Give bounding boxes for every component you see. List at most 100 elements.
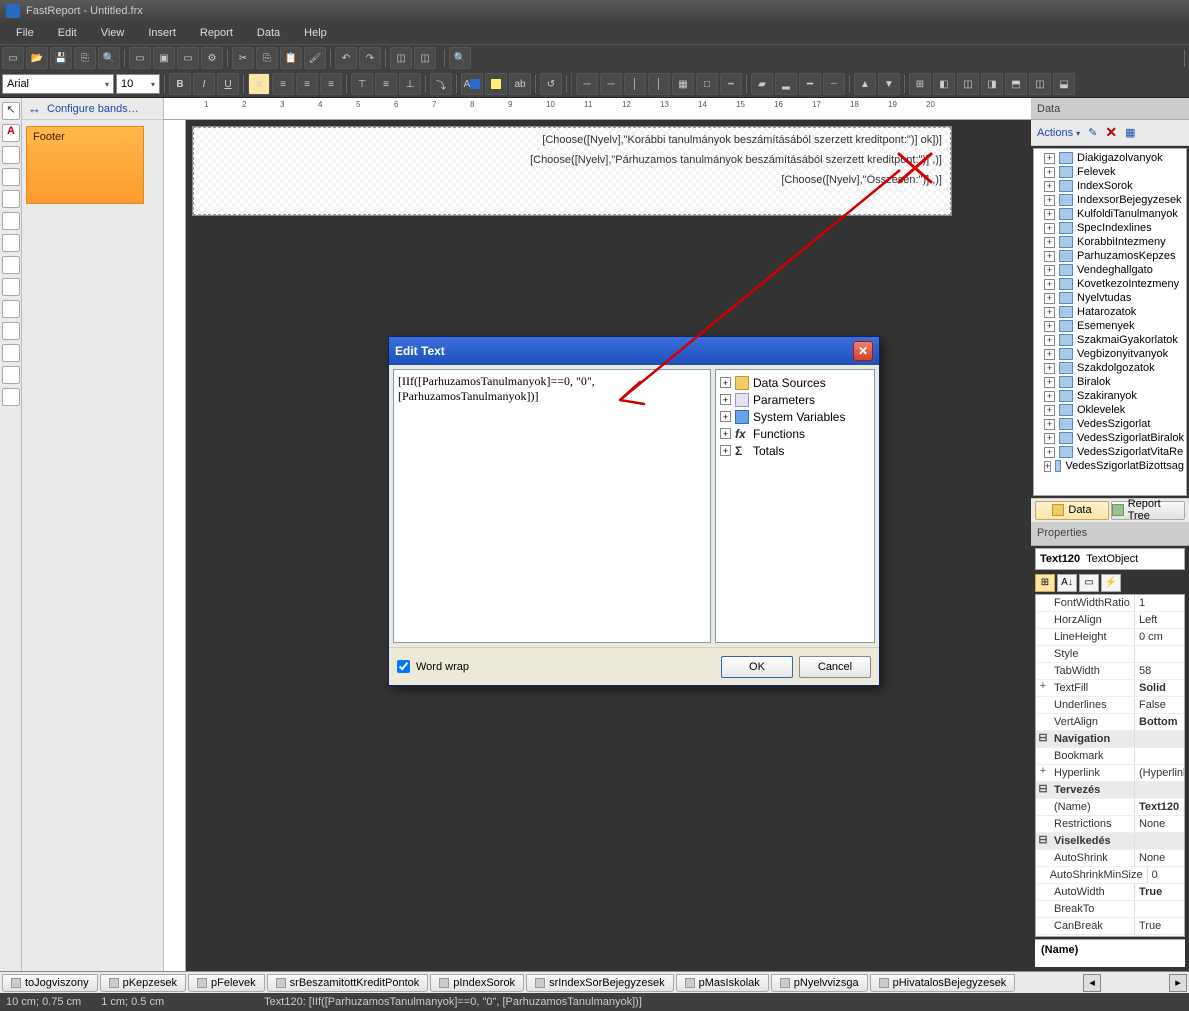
prop-categorized-button[interactable]: ⊞ bbox=[1035, 574, 1055, 592]
align-center2-button[interactable]: ◫ bbox=[957, 73, 979, 95]
align-middle2-button[interactable]: ◫ bbox=[1029, 73, 1051, 95]
prop-row[interactable]: CanBreakTrue bbox=[1036, 918, 1184, 935]
prop-row[interactable]: RestrictionsNone bbox=[1036, 816, 1184, 833]
data-source-item[interactable]: +Felevek bbox=[1034, 165, 1186, 179]
data-source-item[interactable]: +Diakigazolvanyok bbox=[1034, 151, 1186, 165]
preview-button[interactable]: 🔍 bbox=[98, 47, 120, 69]
prop-alpha-button[interactable]: A↓ bbox=[1057, 574, 1077, 592]
border-all-button[interactable]: ▦ bbox=[672, 73, 694, 95]
font-size-select[interactable]: 10▾ bbox=[116, 74, 160, 94]
prop-row[interactable]: AutoWidthTrue bbox=[1036, 884, 1184, 901]
tool-barcode[interactable] bbox=[2, 256, 20, 274]
page-dialog-button[interactable]: ▣ bbox=[153, 47, 175, 69]
properties-grid[interactable]: FontWidthRatio1HorzAlignLeftLineHeight0 … bbox=[1035, 594, 1185, 938]
data-source-item[interactable]: +IndexSorok bbox=[1034, 179, 1186, 193]
highlight-button[interactable] bbox=[485, 73, 507, 95]
bring-front-button[interactable]: ▲ bbox=[854, 73, 876, 95]
page-tab[interactable]: pHivatalosBejegyzesek bbox=[870, 974, 1016, 992]
font-color-button[interactable]: A bbox=[461, 73, 483, 95]
page-add-button[interactable]: ▭ bbox=[129, 47, 151, 69]
align-right-button[interactable]: ≡ bbox=[296, 73, 318, 95]
italic-button[interactable]: I bbox=[193, 73, 215, 95]
open-button[interactable]: 📂 bbox=[26, 47, 48, 69]
tool-shape[interactable] bbox=[2, 344, 20, 362]
tab-report-tree[interactable]: Report Tree bbox=[1111, 501, 1185, 520]
prop-row[interactable]: UnderlinesFalse bbox=[1036, 697, 1184, 714]
valign-bottom-button[interactable]: ⊥ bbox=[399, 73, 421, 95]
menu-help[interactable]: Help bbox=[292, 24, 339, 42]
prop-row[interactable]: HorzAlignLeft bbox=[1036, 612, 1184, 629]
prop-row[interactable]: TabWidth58 bbox=[1036, 663, 1184, 680]
save-button[interactable]: 💾 bbox=[50, 47, 72, 69]
menu-file[interactable]: File bbox=[4, 24, 46, 42]
format-painter-button[interactable]: 🖌 bbox=[304, 47, 326, 69]
data-source-item[interactable]: +Oklevelek bbox=[1034, 403, 1186, 417]
data-source-item[interactable]: +Vendeghallgato bbox=[1034, 263, 1186, 277]
tool-line[interactable] bbox=[2, 322, 20, 340]
dialog-data-tree[interactable]: +Data Sources +Parameters +System Variab… bbox=[715, 369, 875, 643]
text-object-row1[interactable]: [Choose([Nyelv],"Korábbi tanulmányok bes… bbox=[202, 134, 942, 154]
data-source-item[interactable]: +Biralok bbox=[1034, 375, 1186, 389]
page-tab[interactable]: pFelevek bbox=[188, 974, 265, 992]
line-color-button[interactable]: ▂ bbox=[775, 73, 797, 95]
data-source-item[interactable]: +SzakmaiGyakorlatok bbox=[1034, 333, 1186, 347]
border-style-button[interactable]: ┅ bbox=[720, 73, 742, 95]
border-none-button[interactable]: □ bbox=[696, 73, 718, 95]
send-back-button[interactable]: ▼ bbox=[878, 73, 900, 95]
dialog-close-button[interactable]: ✕ bbox=[853, 341, 873, 361]
prop-row[interactable]: Style bbox=[1036, 646, 1184, 663]
border-top-button[interactable]: ─ bbox=[576, 73, 598, 95]
data-source-item[interactable]: +KulfoldiTanulmanyok bbox=[1034, 207, 1186, 221]
data-source-item[interactable]: +IndexsorBejegyzesek bbox=[1034, 193, 1186, 207]
properties-object-selector[interactable]: Text120 TextObject bbox=[1035, 548, 1185, 570]
paste-button[interactable]: 📋 bbox=[280, 47, 302, 69]
menu-insert[interactable]: Insert bbox=[136, 24, 188, 42]
data-source-item[interactable]: +VedesSzigorlatVitaRe bbox=[1034, 445, 1186, 459]
align-bottom2-button[interactable]: ⬓ bbox=[1053, 73, 1075, 95]
page-tab[interactable]: pNyelvvizsga bbox=[771, 974, 868, 992]
word-wrap-checkbox[interactable]: Word wrap bbox=[397, 660, 469, 673]
align-center-button[interactable]: ≡ bbox=[272, 73, 294, 95]
angle-button[interactable]: ↺ bbox=[540, 73, 562, 95]
data-tree[interactable]: +Diakigazolvanyok+Felevek+IndexSorok+Ind… bbox=[1033, 148, 1187, 496]
data-source-item[interactable]: +KorabbiIntezmeny bbox=[1034, 235, 1186, 249]
prop-row[interactable]: AutoShrinkNone bbox=[1036, 850, 1184, 867]
data-source-item[interactable]: +Vegbizonyitvanyok bbox=[1034, 347, 1186, 361]
dialog-titlebar[interactable]: Edit Text ✕ bbox=[389, 337, 879, 365]
border-left-button[interactable]: │ bbox=[624, 73, 646, 95]
text-object-row3[interactable]: [Choose([Nyelv],"Összesen:")] ,)] bbox=[202, 174, 942, 194]
redo-button[interactable]: ↷ bbox=[359, 47, 381, 69]
tool-picture[interactable] bbox=[2, 146, 20, 164]
underline-button[interactable]: U bbox=[217, 73, 239, 95]
font-select[interactable]: Arial▾ bbox=[2, 74, 114, 94]
expression-textarea[interactable] bbox=[393, 369, 711, 643]
menu-report[interactable]: Report bbox=[188, 24, 245, 42]
menu-edit[interactable]: Edit bbox=[46, 24, 89, 42]
data-delete-icon[interactable]: ✕ bbox=[1105, 124, 1117, 141]
page-tab-scroll-right[interactable]: ▸ bbox=[1169, 974, 1187, 992]
data-source-item[interactable]: +Hatarozatok bbox=[1034, 305, 1186, 319]
data-view-icon[interactable]: ▦ bbox=[1125, 126, 1135, 139]
align-right2-button[interactable]: ◨ bbox=[981, 73, 1003, 95]
tool-table[interactable] bbox=[2, 212, 20, 230]
page-tab[interactable]: srIndexSorBejegyzesek bbox=[526, 974, 674, 992]
bold-button[interactable]: B bbox=[169, 73, 191, 95]
page-tab[interactable]: pKepzesek bbox=[100, 974, 186, 992]
tool-checkbox[interactable] bbox=[2, 300, 20, 318]
tool-subreport[interactable] bbox=[2, 190, 20, 208]
tool-matrix[interactable] bbox=[2, 234, 20, 252]
border-right-button[interactable]: │ bbox=[648, 73, 670, 95]
data-source-item[interactable]: +Szakiranyok bbox=[1034, 389, 1186, 403]
actions-dropdown[interactable]: Actions ▾ bbox=[1037, 127, 1080, 139]
tab-data[interactable]: Data bbox=[1035, 501, 1109, 520]
prop-row[interactable]: FontWidthRatio1 bbox=[1036, 595, 1184, 612]
new-button[interactable]: ▭ bbox=[2, 47, 24, 69]
valign-top-button[interactable]: ⊤ bbox=[351, 73, 373, 95]
text-rotate-button[interactable]: ⤵ bbox=[430, 73, 452, 95]
page-tab[interactable]: pIndexSorok bbox=[430, 974, 524, 992]
prop-pages-button[interactable]: ▭ bbox=[1079, 574, 1099, 592]
saveall-button[interactable]: ⎘ bbox=[74, 47, 96, 69]
prop-row[interactable]: AutoShrinkMinSize0 bbox=[1036, 867, 1184, 884]
data-source-item[interactable]: +VedesSzigorlatBiralok bbox=[1034, 431, 1186, 445]
tool-chart[interactable] bbox=[2, 366, 20, 384]
